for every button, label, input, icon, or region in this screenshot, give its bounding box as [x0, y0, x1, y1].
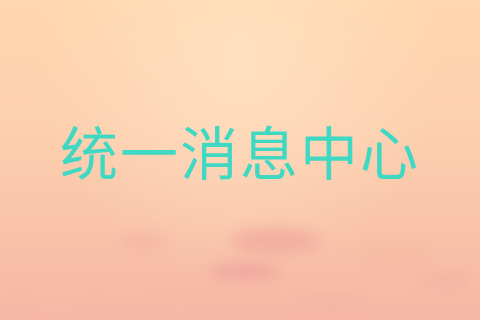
banner-background: 统一消息中心: [0, 0, 480, 320]
cloud: [420, 272, 470, 288]
cloud: [120, 233, 170, 249]
cloud: [360, 245, 430, 265]
cloud: [230, 228, 320, 254]
cloud: [210, 262, 280, 280]
cloud: [300, 295, 360, 311]
banner-title: 统一消息中心: [59, 121, 420, 189]
cloud: [150, 300, 200, 314]
cloud: [20, 285, 90, 305]
